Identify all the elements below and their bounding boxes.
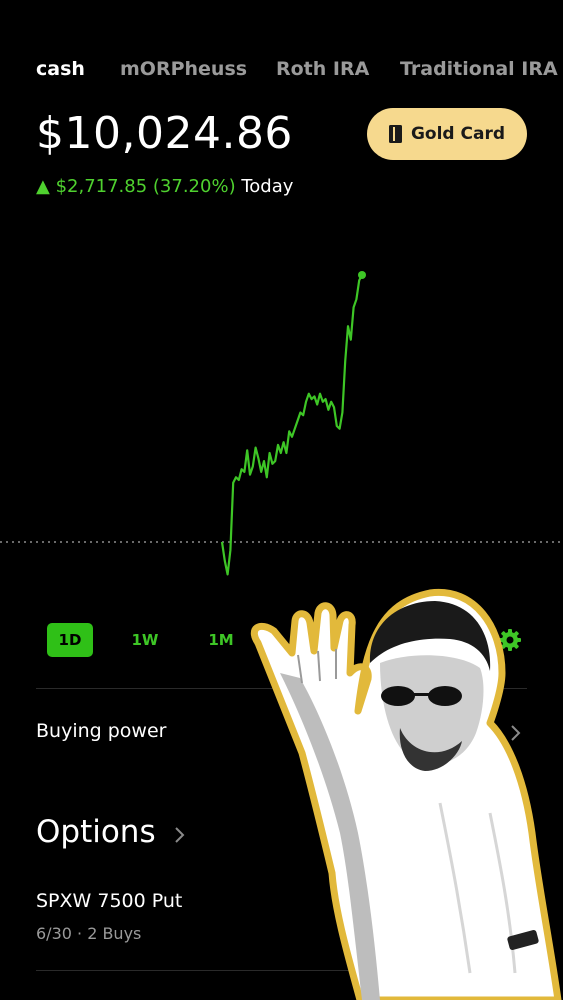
gold-card-button[interactable]: Gold Card: [367, 108, 527, 160]
change-amount: $2,717.85 (37.20%): [55, 176, 236, 197]
chart-series-line: [220, 274, 363, 576]
buying-power-label[interactable]: Buying power: [36, 720, 166, 742]
change-period: Today: [241, 176, 294, 197]
option-position-meta: 6/30 · 2 Buys: [36, 924, 142, 943]
tab-cash[interactable]: cash: [36, 58, 85, 80]
range-1d[interactable]: 1D: [47, 623, 93, 657]
options-title[interactable]: Options: [36, 814, 156, 850]
chevron-right-icon[interactable]: [173, 824, 187, 846]
tab-traditional-ira[interactable]: Traditional IRA: [400, 58, 558, 80]
card-icon: [388, 125, 402, 143]
gold-card-label: Gold Card: [410, 124, 506, 144]
range-1m[interactable]: 1M: [198, 623, 244, 657]
up-arrow-icon: ▲: [36, 176, 50, 197]
daily-change: ▲ $2,717.85 (37.20%) Today: [36, 176, 293, 197]
chart-endpoint-dot: [358, 271, 366, 279]
salt-bae-meme-sticker: [250, 588, 562, 1000]
tab-roth-ira[interactable]: Roth IRA: [276, 58, 369, 80]
account-tabs: cash mORPheuss Roth IRA Traditional IRA: [36, 58, 563, 88]
portfolio-balance: $10,024.86: [36, 108, 293, 159]
option-position-name[interactable]: SPXW 7500 Put: [36, 890, 182, 912]
range-1w[interactable]: 1W: [122, 623, 168, 657]
portfolio-chart[interactable]: [0, 230, 563, 610]
tab-morpheuss[interactable]: mORPheuss: [120, 58, 247, 80]
